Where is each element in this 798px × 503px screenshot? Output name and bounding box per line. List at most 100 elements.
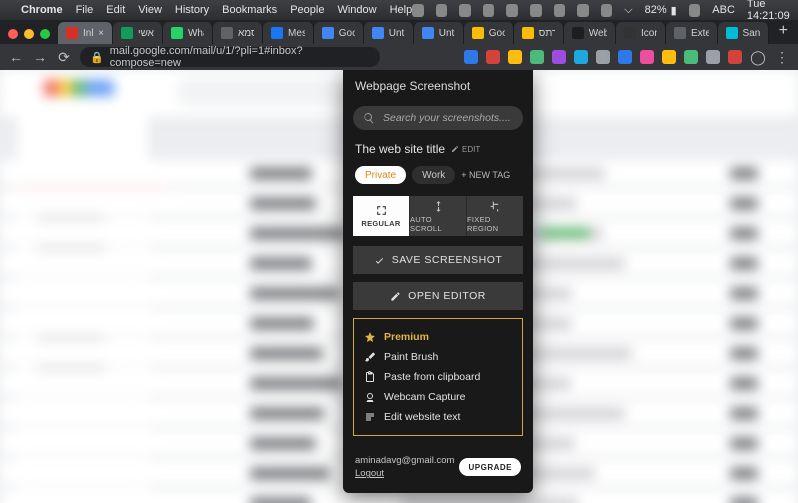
browser-tab[interactable]: Googl bbox=[314, 22, 364, 44]
close-tab-icon[interactable]: × bbox=[98, 28, 104, 39]
browser-tab[interactable]: Untitle bbox=[414, 22, 464, 44]
tag-work[interactable]: Work bbox=[412, 166, 455, 184]
mode-autoscroll[interactable]: AUTO SCROLL bbox=[409, 196, 466, 236]
tray-icon[interactable] bbox=[577, 4, 589, 17]
browser-tab[interactable]: Extens bbox=[666, 22, 718, 44]
browser-tab[interactable]: ראשי bbox=[113, 22, 163, 44]
upgrade-button[interactable]: UPGRADE bbox=[459, 458, 521, 476]
browser-tab[interactable]: Googl bbox=[464, 22, 514, 44]
browser-tab[interactable]: Messe bbox=[263, 22, 314, 44]
tray-icon[interactable] bbox=[436, 4, 448, 17]
clock[interactable]: Tue 14:21:09 bbox=[747, 0, 798, 22]
edit-title-button[interactable]: EDIT bbox=[451, 145, 480, 154]
browser-tab[interactable]: סרתס bbox=[514, 22, 564, 44]
favicon-icon bbox=[522, 27, 534, 39]
premium-webcam-capture[interactable]: Webcam Capture bbox=[354, 387, 522, 407]
browser-tab[interactable]: Webpa bbox=[564, 22, 616, 44]
favicon-icon bbox=[372, 27, 384, 39]
back-button[interactable]: ← bbox=[8, 49, 24, 65]
popup-footer: aminadavg@gmail.com Logout UPGRADE bbox=[343, 448, 533, 493]
save-screenshot-button[interactable]: SAVE SCREENSHOT bbox=[353, 246, 523, 274]
search-input[interactable]: Search your screenshots.... bbox=[353, 106, 523, 130]
tab-label: סיסמא bbox=[238, 28, 254, 39]
text-edit-icon bbox=[364, 411, 376, 423]
site-title: The web site title bbox=[355, 142, 445, 156]
tray-icon[interactable] bbox=[483, 4, 495, 17]
webcam-icon bbox=[364, 391, 376, 403]
pencil-icon bbox=[451, 145, 459, 153]
open-editor-button[interactable]: OPEN EDITOR bbox=[353, 282, 523, 310]
favicon-icon bbox=[674, 27, 686, 39]
extension-icon[interactable] bbox=[728, 50, 742, 64]
menu-help[interactable]: Help bbox=[390, 4, 413, 16]
menu-window[interactable]: Window bbox=[337, 4, 376, 16]
browser-tab[interactable]: SandE bbox=[718, 22, 769, 44]
search-placeholder: Search your screenshots.... bbox=[383, 112, 511, 124]
tray-icon[interactable] bbox=[601, 4, 613, 17]
reload-button[interactable]: ⟳ bbox=[56, 49, 72, 66]
extension-icon[interactable] bbox=[508, 50, 522, 64]
menu-bookmarks[interactable]: Bookmarks bbox=[222, 4, 277, 16]
brush-icon bbox=[364, 351, 376, 363]
menu-file[interactable]: File bbox=[76, 4, 94, 16]
minimize-window-button[interactable] bbox=[24, 29, 34, 39]
mode-regular[interactable]: REGULAR bbox=[353, 196, 409, 236]
premium-paste-clipboard[interactable]: Paste from clipboard bbox=[354, 367, 522, 387]
browser-tab[interactable]: Icon S bbox=[616, 22, 666, 44]
tray-icon[interactable] bbox=[530, 4, 542, 17]
mode-fixed-region[interactable]: FIXED REGION bbox=[466, 196, 523, 236]
extension-icon[interactable] bbox=[530, 50, 544, 64]
new-tag-button[interactable]: + NEW TAG bbox=[461, 170, 510, 180]
tray-icon[interactable] bbox=[412, 4, 424, 17]
tab-label: Icon S bbox=[641, 28, 657, 39]
browser-menu-icon[interactable]: ⋮ bbox=[774, 49, 790, 66]
address-bar[interactable]: 🔒 mail.google.com/mail/u/1/?pli=1#inbox?… bbox=[80, 47, 380, 67]
tray-icon[interactable] bbox=[459, 4, 471, 17]
crop-icon bbox=[489, 200, 502, 213]
menu-history[interactable]: History bbox=[175, 4, 209, 16]
profile-avatar[interactable]: ◯ bbox=[750, 49, 766, 66]
site-title-row: The web site title EDIT bbox=[343, 142, 533, 162]
premium-edit-text[interactable]: Edit website text bbox=[354, 407, 522, 427]
app-name[interactable]: Chrome bbox=[21, 4, 63, 16]
extension-icon[interactable] bbox=[552, 50, 566, 64]
extension-icon[interactable] bbox=[684, 50, 698, 64]
browser-tab[interactable]: Untitle bbox=[364, 22, 414, 44]
favicon-icon bbox=[221, 27, 233, 39]
extension-icon[interactable] bbox=[662, 50, 676, 64]
battery-status[interactable]: 82% ▮ bbox=[645, 4, 677, 17]
premium-header: Premium bbox=[354, 327, 522, 347]
extension-icon[interactable] bbox=[596, 50, 610, 64]
check-icon bbox=[374, 255, 385, 266]
tab-label: Inbox bbox=[83, 28, 93, 39]
menu-people[interactable]: People bbox=[290, 4, 324, 16]
maximize-window-button[interactable] bbox=[40, 29, 50, 39]
browser-tab[interactable]: Whats bbox=[163, 22, 213, 44]
logout-link[interactable]: Logout bbox=[355, 467, 454, 480]
tray-icon[interactable] bbox=[554, 4, 566, 17]
close-window-button[interactable] bbox=[8, 29, 18, 39]
new-tab-button[interactable]: + bbox=[769, 22, 798, 44]
extension-icon[interactable] bbox=[464, 50, 478, 64]
tag-private[interactable]: Private bbox=[355, 166, 406, 184]
extension-icon[interactable] bbox=[574, 50, 588, 64]
forward-button[interactable]: → bbox=[32, 49, 48, 65]
extension-icon[interactable] bbox=[486, 50, 500, 64]
menu-edit[interactable]: Edit bbox=[106, 4, 125, 16]
tags-row: Private Work + NEW TAG bbox=[343, 162, 533, 196]
menu-view[interactable]: View bbox=[138, 4, 162, 16]
battery-icon: ▮ bbox=[671, 4, 677, 17]
window-controls bbox=[6, 29, 58, 44]
tab-label: Extens bbox=[691, 28, 709, 39]
extension-icon[interactable] bbox=[640, 50, 654, 64]
extension-icon[interactable] bbox=[618, 50, 632, 64]
browser-tab[interactable]: Inbox × bbox=[58, 22, 113, 44]
premium-paint-brush[interactable]: Paint Brush bbox=[354, 347, 522, 367]
browser-tab[interactable]: סיסמא bbox=[213, 22, 263, 44]
popup-title: Webpage Screenshot bbox=[343, 70, 533, 102]
tray-icon[interactable] bbox=[506, 4, 518, 17]
input-source[interactable]: ABC bbox=[712, 4, 735, 16]
tray-icon[interactable] bbox=[689, 4, 701, 17]
bluetooth-icon[interactable]: ⌵ bbox=[624, 4, 632, 17]
extension-icon[interactable] bbox=[706, 50, 720, 64]
